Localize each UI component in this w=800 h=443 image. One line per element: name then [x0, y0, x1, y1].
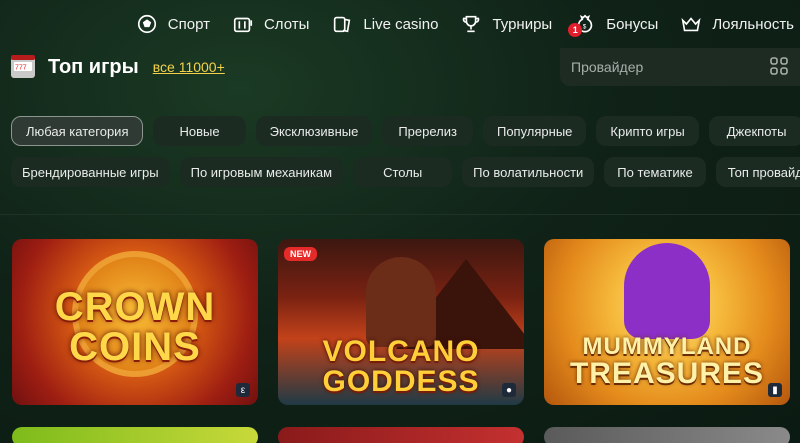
- grid-icon[interactable]: [770, 57, 788, 75]
- nav-label: Спорт: [167, 15, 210, 33]
- game-card-volcano-goddess[interactable]: NEW VOLCANO GODDESS ●: [278, 239, 524, 405]
- goddess-art: [366, 257, 436, 347]
- provider-logo-icon: ▮: [768, 383, 782, 397]
- nav-label: Лояльность: [712, 15, 794, 33]
- cards-icon: [334, 16, 351, 33]
- chip-tables[interactable]: Столы: [353, 157, 453, 187]
- chip-branded[interactable]: Брендированные игры: [11, 157, 170, 187]
- chip-mechanics[interactable]: По игровым механикам: [179, 157, 344, 187]
- nav-label: Live casino: [363, 15, 439, 33]
- chip-top-providers[interactable]: Топ провайд: [715, 157, 800, 187]
- nav-label: Турниры: [492, 15, 553, 33]
- chip-any-category[interactable]: Любая категория: [11, 116, 144, 146]
- nav-live-casino[interactable]: Live casino: [331, 13, 438, 35]
- chip-jackpots[interactable]: Джекпоты: [708, 116, 800, 146]
- provider-filter[interactable]: Провайдер: [560, 48, 800, 86]
- trophy-icon: [463, 15, 480, 33]
- game-card-mummyland-treasures[interactable]: MUMMYLAND TREASURES ▮: [544, 239, 790, 405]
- chip-crypto[interactable]: Крипто игры: [596, 116, 699, 146]
- nav-loyalty[interactable]: Лояльность: [680, 13, 794, 35]
- nav-tournaments[interactable]: Турниры: [460, 13, 552, 35]
- nav-label: Бонусы: [606, 15, 659, 33]
- slots-icon: [233, 17, 253, 33]
- chip-popular[interactable]: Популярные: [482, 116, 587, 146]
- chip-prerelease[interactable]: Пререлиз: [382, 116, 473, 146]
- svg-text:$: $: [583, 24, 587, 31]
- game-card-partial[interactable]: [12, 427, 258, 443]
- game-title: CROWN COINS: [54, 285, 216, 369]
- crown-icon: [681, 17, 701, 32]
- game-card-partial[interactable]: [278, 427, 524, 443]
- nav-bonuses[interactable]: $ 1 Бонусы: [568, 13, 659, 37]
- new-badge: NEW: [284, 247, 317, 261]
- svg-text:777: 777: [15, 65, 27, 72]
- game-title: MUMMYLAND TREASURES: [569, 333, 765, 390]
- category-row-1: Любая категория Новые Эксклюзивные Прере…: [11, 116, 800, 146]
- soccer-ball-icon: [137, 14, 156, 34]
- provider-placeholder: Провайдер: [571, 59, 644, 75]
- game-card-crown-coins[interactable]: CROWN COINS ε: [12, 239, 258, 405]
- nav-label: Слоты: [263, 15, 310, 33]
- chip-new[interactable]: Новые: [153, 116, 246, 146]
- chip-exclusive[interactable]: Эксклюзивные: [255, 116, 373, 146]
- game-title: VOLCANO GODDESS: [322, 335, 480, 398]
- nav-sport[interactable]: Спорт: [136, 13, 210, 35]
- see-all-link[interactable]: все 11000+: [153, 59, 225, 75]
- section-header: 777 Топ игры все 11000+: [10, 50, 225, 84]
- mummy-art: [624, 243, 710, 339]
- provider-logo-icon: ●: [502, 383, 516, 397]
- category-row-2: Брендированные игры По игровым механикам…: [11, 157, 800, 187]
- provider-logo-icon: ε: [236, 383, 250, 397]
- top-navigation: Спорт Слоты Live casino Турниры $ 1 Бону…: [0, 0, 800, 48]
- divider: [0, 214, 800, 215]
- section-title: Топ игры: [48, 55, 139, 78]
- slot-machine-icon: 777: [11, 55, 35, 78]
- chip-volatility[interactable]: По волатильности: [462, 157, 595, 187]
- nav-slots[interactable]: Слоты: [232, 13, 309, 35]
- game-card-partial[interactable]: [544, 427, 790, 443]
- chip-theme[interactable]: По тематике: [604, 157, 706, 187]
